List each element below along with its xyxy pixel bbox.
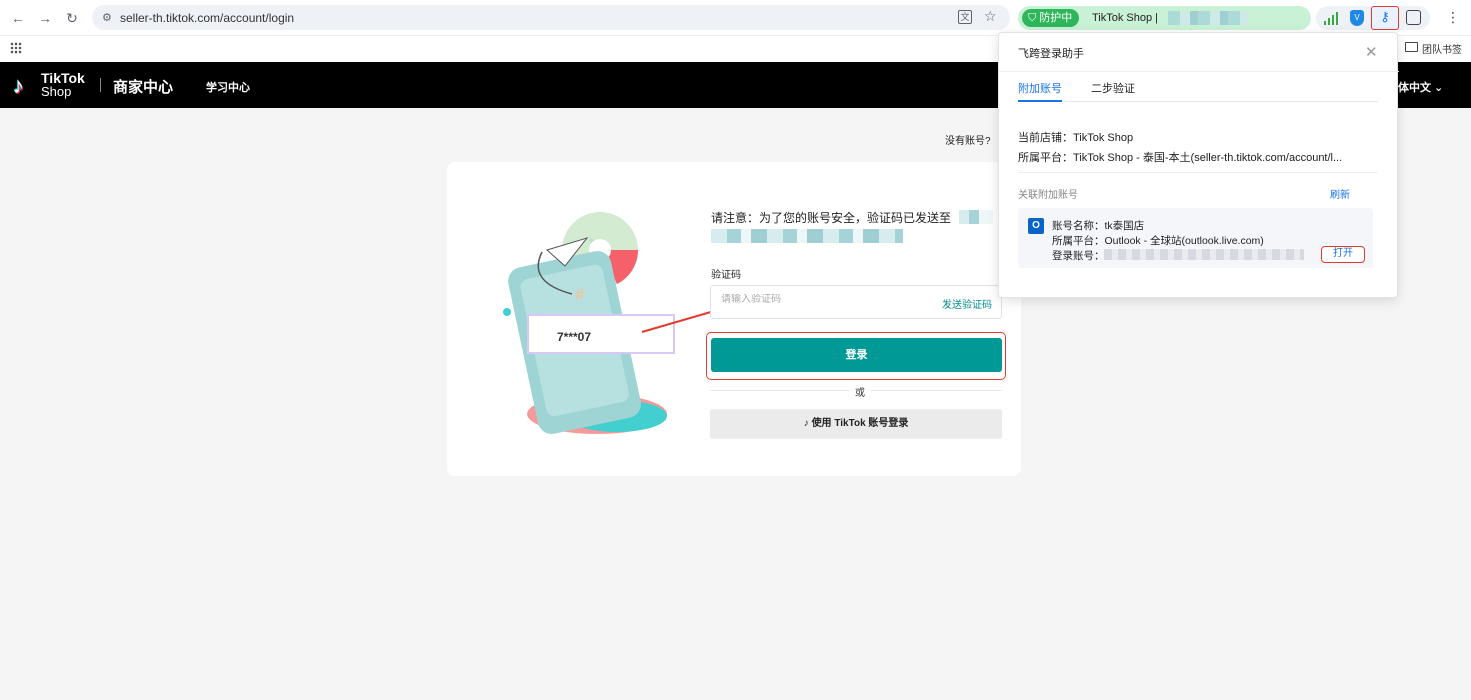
refresh-button[interactable]: 刷新 bbox=[1330, 186, 1350, 201]
blurred-email bbox=[1104, 249, 1304, 260]
tiktok-logo-icon[interactable]: ♪ bbox=[13, 73, 37, 99]
popup-title: 飞跨登录助手 bbox=[1018, 48, 1084, 60]
extension-status-pill[interactable]: ⛉ 防护中 TikTok Shop | bbox=[1018, 6, 1311, 30]
bookmark-star-icon[interactable]: ☆ bbox=[984, 8, 997, 25]
key-icon[interactable]: ⚷ bbox=[1371, 6, 1399, 30]
current-store: 当前店铺：TikTok Shop bbox=[1018, 132, 1134, 144]
code-label: 验证码 bbox=[711, 270, 741, 281]
address-bar[interactable]: ⚙ seller-th.tiktok.com/account/login 文 ☆ bbox=[92, 5, 1010, 30]
protection-badge: ⛉ 防护中 bbox=[1022, 9, 1080, 27]
blurred-text bbox=[1168, 11, 1248, 25]
active-tab-indicator bbox=[1018, 100, 1062, 102]
account-login: 登录账号： bbox=[1052, 250, 1105, 262]
tab-two-step[interactable]: 二步验证 bbox=[1091, 80, 1135, 96]
tiktok-login-button[interactable]: ♪ 使用 TikTok 账号登录 bbox=[710, 409, 1002, 439]
illustration-code-text: 7***07 bbox=[557, 330, 591, 344]
close-icon[interactable]: ✕ bbox=[1365, 43, 1378, 61]
apps-grid-icon[interactable] bbox=[10, 42, 22, 54]
translate-icon[interactable]: 文 bbox=[958, 10, 972, 24]
browser-menu-icon[interactable]: ⋮ bbox=[1446, 9, 1460, 26]
verification-code-field[interactable]: 发送验证码 bbox=[710, 285, 1002, 319]
store-platform: 所属平台：TikTok Shop - 泰国-本土(seller-th.tikto… bbox=[1018, 152, 1343, 164]
logo-text-tiktok: TikTok bbox=[41, 70, 85, 86]
tab-linked-accounts[interactable]: 附加账号 bbox=[1018, 80, 1062, 96]
reload-icon[interactable]: ↻ bbox=[63, 9, 81, 27]
nav-learning-center[interactable]: 学习中心 bbox=[206, 79, 250, 95]
back-icon[interactable]: ← bbox=[9, 9, 27, 27]
extensions-group: V ⚷ bbox=[1316, 6, 1430, 30]
language-selector[interactable]: 体中文 ⌄ bbox=[1398, 79, 1443, 95]
protection-label: 防护中 bbox=[1039, 12, 1073, 24]
outlook-icon: O bbox=[1028, 218, 1044, 234]
security-notice: 请注意：为了您的账号安全，验证码已发送至 bbox=[711, 211, 952, 225]
popup-divider bbox=[999, 71, 1399, 72]
linked-account-item: O 账号名称：tk泰国店 所属平台：Outlook - 全球站(outlook.… bbox=[1018, 208, 1373, 268]
shield-extension-icon[interactable]: V bbox=[1350, 10, 1364, 26]
open-account-button[interactable]: 打开 bbox=[1321, 246, 1365, 263]
login-card: # ✦ ✦ 7***07 请注意：为了您的账号安全，验证码已发送至 验证码 发送… bbox=[447, 162, 1021, 476]
site-info-icon[interactable]: ⚙ bbox=[102, 11, 112, 24]
send-code-button[interactable]: 发送验证码 bbox=[942, 296, 992, 311]
masked-contact-start bbox=[959, 210, 993, 224]
no-account-link[interactable]: 没有账号? bbox=[945, 132, 991, 147]
folder-icon[interactable] bbox=[1405, 42, 1418, 52]
account-platform: 所属平台：Outlook - 全球站(outlook.live.com) bbox=[1052, 235, 1264, 247]
tiktok-icon: ♪ bbox=[803, 418, 809, 429]
svg-text:✦: ✦ bbox=[587, 236, 595, 247]
bookmark-folder-label[interactable]: 团队书签 bbox=[1422, 41, 1462, 56]
forward-icon[interactable]: → bbox=[36, 9, 54, 27]
shield-icon: ⛉ bbox=[1028, 12, 1040, 24]
account-name: 账号名称：tk泰国店 bbox=[1052, 220, 1145, 232]
svg-text:#: # bbox=[573, 285, 586, 304]
tab-rule bbox=[1018, 101, 1378, 102]
linked-accounts-label: 关联附加账号 bbox=[1018, 190, 1078, 201]
browser-toolbar: ← → ↻ ⚙ seller-th.tiktok.com/account/log… bbox=[0, 0, 1471, 36]
section-divider bbox=[1018, 172, 1378, 173]
extension-shop-text: TikTok Shop | bbox=[1092, 12, 1159, 24]
login-button[interactable]: 登录 bbox=[711, 338, 1002, 372]
tiktok-login-label: 使用 TikTok 账号登录 bbox=[811, 418, 909, 429]
phone-illustration: # ✦ ✦ 7***07 bbox=[503, 212, 717, 434]
extensions-puzzle-icon[interactable] bbox=[1406, 10, 1421, 25]
verification-code-input[interactable] bbox=[721, 294, 921, 305]
url-text[interactable]: seller-th.tiktok.com/account/login bbox=[120, 11, 294, 25]
or-text: 或 bbox=[849, 384, 871, 399]
signal-icon[interactable] bbox=[1324, 11, 1338, 25]
masked-contact bbox=[711, 229, 903, 243]
logo-text-shop: Shop bbox=[41, 84, 72, 99]
merchant-center-title[interactable]: 商家中心 bbox=[113, 76, 173, 97]
login-assistant-popup: 飞跨登录助手 ✕ 附加账号 二步验证 当前店铺：TikTok Shop 所属平台… bbox=[998, 32, 1399, 298]
logo-divider bbox=[100, 78, 101, 92]
